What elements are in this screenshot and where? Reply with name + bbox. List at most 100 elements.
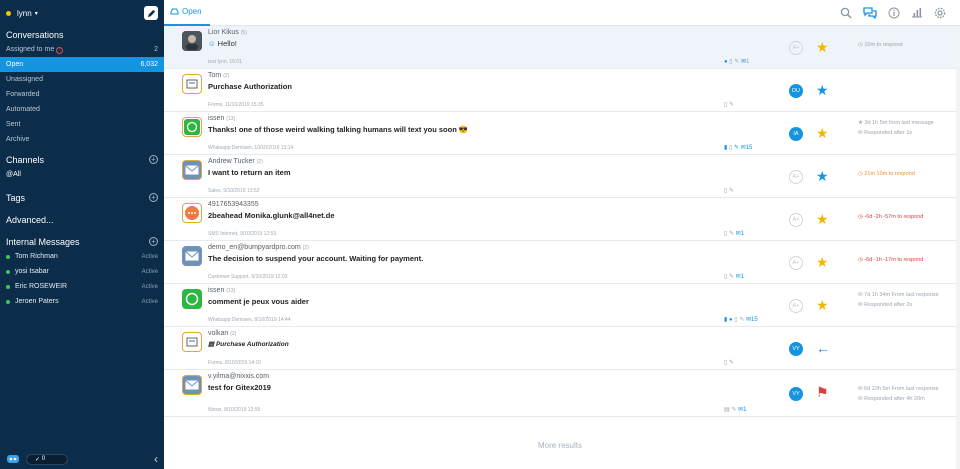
star-icon[interactable]: ★ (816, 40, 829, 54)
sidebar-footer: ✓ 0 ‹ (0, 449, 164, 469)
conversation-row[interactable]: issen (13) comment je peux vous aider Wh… (164, 284, 956, 327)
assignee-avatar[interactable]: IA (789, 127, 803, 141)
conversation-row[interactable]: issen (13) Thanks! one of those weird wa… (164, 112, 956, 155)
row-icons: ● ▯ ✎ ✉1 (724, 59, 750, 65)
sender-name: issen (13) (208, 287, 236, 294)
assign-icon[interactable]: A+ (789, 256, 803, 270)
bot-icon[interactable] (6, 453, 20, 465)
user-name[interactable]: lynn (17, 9, 32, 18)
add-channel-icon[interactable]: + (149, 155, 158, 164)
shield-icon: ● (724, 59, 728, 65)
assign-icon[interactable]: A+ (789, 41, 803, 55)
sla-info: ✉ 6d 22h 5m From last response ✉ Responde… (858, 386, 939, 402)
conversation-row[interactable]: volkan (2) ▤ Purchase Authorization Form… (164, 327, 956, 370)
tab-open[interactable]: Open (164, 0, 210, 26)
flag-icon[interactable]: ⚑ (816, 385, 829, 399)
subject: comment je peux vous aider (208, 297, 309, 306)
tags-heading[interactable]: Tags + (0, 190, 164, 205)
assignee-avatar[interactable]: VY (789, 342, 803, 356)
advanced-link[interactable]: Advanced... (0, 212, 164, 227)
subject: ▤ Purchase Authorization (208, 341, 289, 348)
conversation-row[interactable]: v.yilma@nixxis.com test for Gitex2019 Ni… (164, 370, 956, 417)
member-item[interactable]: Jeroen Paters Active (0, 294, 164, 309)
bot-toggle[interactable]: ✓ 0 (26, 453, 68, 465)
chat-icon[interactable] (863, 6, 877, 19)
assign-icon[interactable]: A+ (789, 213, 803, 227)
sla-info: ◷ -6d -1h -17m to respond (858, 257, 924, 263)
chat-bubble-icon: ☺ (208, 39, 216, 48)
assign-icon[interactable]: A+ (789, 170, 803, 184)
alert-icon: ! (56, 46, 64, 54)
row-icons: ▮ ▯ ✎ ✉15 (724, 145, 753, 151)
row-icons: ▤ ✎ ✉1 (724, 407, 747, 413)
star-icon[interactable]: ★ (816, 298, 829, 312)
sla-info: ◷ 10m to respond (858, 42, 903, 48)
row-icons: ▯ ✎ ✉1 (724, 274, 745, 280)
sla-info: ◷ 21m 10m to respond (858, 171, 915, 177)
online-dot (6, 299, 10, 304)
star-icon[interactable]: ★ (816, 255, 829, 269)
subject: I want to return an item (208, 168, 291, 177)
nav-automated[interactable]: Automated (0, 102, 164, 117)
conversation-row[interactable]: 4917653943355 2beahead Monika.glunk@all4… (164, 198, 956, 241)
conversation-row[interactable]: Andrew Tucker (2) I want to return an it… (164, 155, 956, 198)
subject: 2beahead Monika.glunk@all4net.de (208, 211, 335, 220)
star-icon[interactable]: ★ (816, 126, 829, 140)
row-meta: test lynn, 16:01 (208, 59, 242, 65)
sender-name: demo_en@bumpyardpro.com (2) (208, 244, 309, 251)
document-icon: ▤ (208, 341, 216, 348)
nav-open[interactable]: Open 6,032 (0, 57, 164, 72)
row-meta: Forms, 8/10/2019 14:10 (208, 360, 262, 366)
online-dot (6, 269, 10, 274)
user-header: lynn ▾ (0, 0, 164, 26)
conversation-row[interactable]: Tom (2) Purchase Authorization Forms, 11… (164, 69, 956, 112)
scrollbar[interactable] (956, 26, 960, 469)
row-icons: ▯ ✎ (724, 102, 734, 108)
subject: ☺ Hello! (208, 39, 237, 48)
row-meta: Sales, 9/10/2019 13:52 (208, 188, 260, 194)
row-meta: Nixxis, 8/10/2019 13:55 (208, 407, 261, 413)
nav-forwarded[interactable]: Forwarded (0, 87, 164, 102)
member-item[interactable]: yosi tsabar Active (0, 264, 164, 279)
row-icons: ▯ ✎ (724, 360, 734, 366)
assign-icon[interactable]: A+ (789, 299, 803, 313)
sla-info: ◷ -6d -2h -57m to respond (858, 214, 924, 220)
sla-info: ★ 3d 1h 5m from last message ✉ Responded … (858, 120, 934, 136)
topbar: Open (164, 0, 960, 26)
star-icon[interactable]: ★ (816, 83, 829, 97)
more-results-button[interactable]: More results (164, 433, 956, 459)
row-meta: Whatsapp Demisen, 10/10/2019 13:14 (208, 145, 294, 151)
conversation-row[interactable]: Lior Kikus (5) ☺ Hello! test lynn, 16:01 … (164, 26, 956, 69)
member-item[interactable]: Tom Richman Active (0, 249, 164, 264)
subject: test for Gitex2019 (208, 383, 271, 392)
chevron-down-icon[interactable]: ▾ (35, 10, 38, 17)
member-item[interactable]: Eric ROSEWEIR Active (0, 279, 164, 294)
stats-icon[interactable] (911, 7, 923, 18)
sender-name: volkan (2) (208, 330, 237, 337)
nav-assigned-to-me[interactable]: Assigned to me! 2 (0, 42, 164, 57)
arrow-left-icon[interactable]: ← (816, 341, 830, 355)
info-icon[interactable] (888, 7, 900, 19)
star-icon[interactable]: ★ (816, 212, 829, 226)
nav-sent[interactable]: Sent (0, 117, 164, 132)
conversation-row[interactable]: demo_en@bumpyardpro.com (2) The decision… (164, 241, 956, 284)
status-dot (6, 10, 11, 16)
inbox-icon (170, 8, 179, 15)
search-icon[interactable] (840, 7, 852, 19)
collapse-sidebar-icon[interactable]: ‹ (154, 452, 158, 466)
assignee-avatar[interactable]: DU (789, 84, 803, 98)
compose-button[interactable] (144, 6, 158, 20)
subject: Thanks! one of those weird walking talki… (208, 125, 469, 134)
nav-archive[interactable]: Archive (0, 132, 164, 147)
settings-icon[interactable] (934, 7, 946, 19)
sidebar: lynn ▾ Conversations Assigned to me! 2 O… (0, 0, 164, 469)
channel-all[interactable]: @All (0, 167, 164, 182)
assignee-avatar[interactable]: VY (789, 387, 803, 401)
star-icon[interactable]: ★ (816, 169, 829, 183)
email-channel-icon (182, 160, 202, 180)
add-message-icon[interactable]: + (149, 237, 158, 246)
sla-info: ✉ 7d 1h 34m From last response ✉ Responde… (858, 292, 939, 308)
online-dot (6, 254, 10, 259)
nav-unassigned[interactable]: Unassigned (0, 72, 164, 87)
add-tag-icon[interactable]: + (149, 193, 158, 202)
